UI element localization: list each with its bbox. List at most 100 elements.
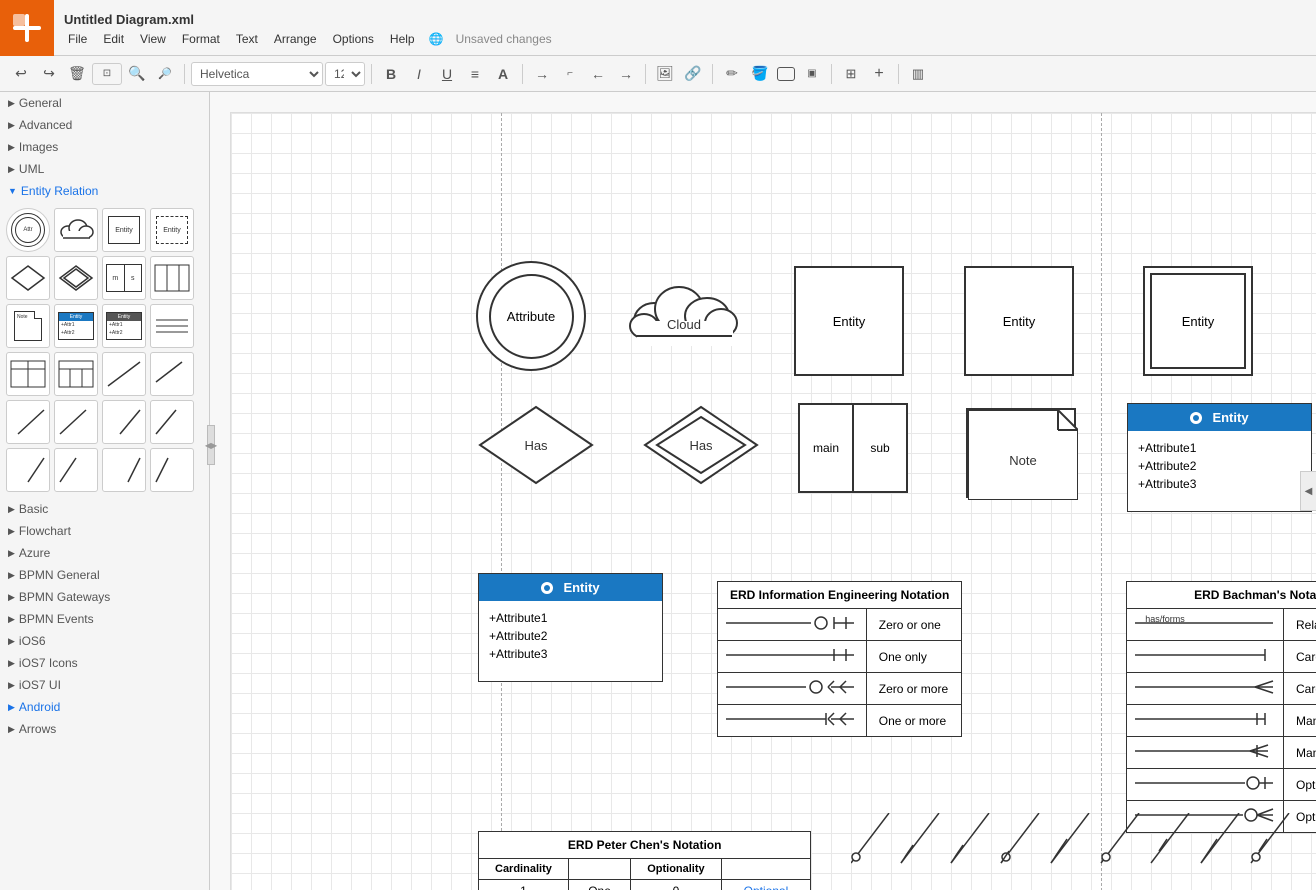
main-layout: ▶ General ▶ Advanced ▶ Images ▶ UML ▼ En…	[0, 92, 1316, 890]
menu-file[interactable]: File	[60, 29, 95, 49]
font-family-select[interactable]: Helvetica Arial Times New Roman	[191, 62, 323, 86]
shape-diag1[interactable]	[102, 352, 146, 396]
pen-button[interactable]: ✏	[719, 61, 745, 87]
entity1-shape[interactable]: Entity	[794, 266, 904, 376]
right-panel-toggle[interactable]: ◀	[1300, 471, 1316, 511]
menu-arrange[interactable]: Arrange	[266, 29, 325, 49]
sidebar-item-azure[interactable]: ▶ Azure	[0, 542, 209, 564]
add-button[interactable]: +	[866, 61, 892, 87]
canvas[interactable]: Attribute Cloud Entity	[230, 112, 1316, 890]
shape-two-col[interactable]	[6, 352, 50, 396]
shape-entity-rect[interactable]: Entity	[102, 208, 146, 252]
menu-options[interactable]: Options	[325, 29, 382, 49]
cloud-shape[interactable]: Cloud	[629, 271, 739, 354]
entity-table1-attr3: +Attribute3	[1138, 475, 1301, 493]
menu-view[interactable]: View	[132, 29, 174, 49]
ie-row4-label: One or more	[866, 705, 962, 737]
shadow-button[interactable]: ▣	[799, 61, 825, 87]
shape-attribute[interactable]: Attr	[6, 208, 50, 252]
shape-entity-cols[interactable]	[150, 256, 194, 300]
shape-diag4[interactable]	[54, 400, 98, 444]
sidebar-item-arrows[interactable]: ▶ Arrows	[0, 718, 209, 740]
menu-edit[interactable]: Edit	[95, 29, 132, 49]
separator1	[184, 64, 185, 84]
sidebar-item-bpmn-general[interactable]: ▶ BPMN General	[0, 564, 209, 586]
canvas-area[interactable]: Attribute Cloud Entity	[210, 92, 1316, 890]
diamond2-shape[interactable]: Has	[641, 403, 761, 488]
shape-diag8[interactable]	[54, 448, 98, 492]
align-button[interactable]: ≡	[462, 61, 488, 87]
sidebar-item-bpmn-gateways[interactable]: ▶ BPMN Gateways	[0, 586, 209, 608]
arrow-elbow-button[interactable]: ⌐	[557, 61, 583, 87]
entity3-shape[interactable]: Entity	[1143, 266, 1253, 376]
fit-button[interactable]: ⊡	[92, 63, 122, 85]
separator6	[831, 64, 832, 84]
link-button[interactable]: 🔗	[680, 61, 706, 87]
shape-diag2[interactable]	[150, 352, 194, 396]
shape-split-entity[interactable]: m s	[102, 256, 146, 300]
sidebar-item-general[interactable]: ▶ General	[0, 92, 209, 114]
sidebar-item-ios7-ui[interactable]: ▶ iOS7 UI	[0, 674, 209, 696]
image-button[interactable]: 🖼	[652, 61, 678, 87]
zoom-in-button[interactable]: 🔍	[124, 61, 150, 87]
entity-table2[interactable]: Entity +Attribute1 +Attribute2 +Attribut…	[478, 573, 663, 682]
entity2-label: Entity	[1003, 314, 1036, 329]
arrow-right2-button[interactable]: →	[613, 61, 639, 87]
sidebar-item-ios6[interactable]: ▶ iOS6	[0, 630, 209, 652]
sidebar-item-basic[interactable]: ▶ Basic	[0, 498, 209, 520]
ie-row2-symbol	[718, 641, 867, 673]
shape-diag3[interactable]	[6, 400, 50, 444]
font-color-button[interactable]: A	[490, 61, 516, 87]
shape-entity-list2[interactable]: Entity +Attr1 +Attr2	[102, 304, 146, 348]
shape-lines[interactable]	[150, 304, 194, 348]
font-size-select[interactable]: 12 10 14 16	[325, 62, 365, 86]
undo-button[interactable]: ↩	[8, 61, 34, 87]
shape-diamond-double[interactable]	[54, 256, 98, 300]
entity2-shape[interactable]: Entity	[964, 266, 1074, 376]
delete-button[interactable]: 🗑	[64, 61, 90, 87]
panel-button[interactable]: ▥	[905, 61, 931, 87]
fill-button[interactable]: 🪣	[747, 61, 773, 87]
bach-row1-label: Relationship	[1284, 609, 1316, 641]
arrow-right-button[interactable]: →	[529, 61, 555, 87]
shape-entity-list[interactable]: Entity +Attr1 +Attr2	[54, 304, 98, 348]
sidebar-item-images[interactable]: ▶ Images	[0, 136, 209, 158]
note-shape[interactable]: Note	[966, 408, 1076, 498]
menu-text[interactable]: Text	[228, 29, 266, 49]
shape-three-col[interactable]	[54, 352, 98, 396]
menu-help[interactable]: Help	[382, 29, 423, 49]
shape-diag6[interactable]	[150, 400, 194, 444]
chen-row1-opt-label: Optional	[721, 880, 811, 890]
sidebar-item-uml[interactable]: ▶ UML	[0, 158, 209, 180]
underline-button[interactable]: U	[434, 61, 460, 87]
shape-diag9[interactable]	[102, 448, 146, 492]
rect-button[interactable]	[777, 67, 795, 81]
italic-button[interactable]: I	[406, 61, 432, 87]
shape-entity-dashed[interactable]: Entity	[150, 208, 194, 252]
zoom-out-button[interactable]: 🔎	[152, 61, 178, 87]
app-title: Untitled Diagram.xml	[54, 6, 1316, 29]
redo-button[interactable]: ↪	[36, 61, 62, 87]
sidebar-item-android[interactable]: ▶ Android	[0, 696, 209, 718]
shape-diag10[interactable]	[150, 448, 194, 492]
bold-button[interactable]: B	[378, 61, 404, 87]
shape-diag7[interactable]	[6, 448, 50, 492]
shape-diamond[interactable]	[6, 256, 50, 300]
attribute-shape[interactable]: Attribute	[476, 261, 586, 371]
menu-format[interactable]: Format	[174, 29, 228, 49]
diamond1-shape[interactable]: Has	[476, 403, 596, 488]
entity-table1[interactable]: Entity +Attribute1 +Attribute2 +Attribut…	[1127, 403, 1312, 512]
grid-button[interactable]: ⊞	[838, 61, 864, 87]
dashed-line-1	[501, 113, 502, 890]
sidebar-item-ios7-icons[interactable]: ▶ iOS7 Icons	[0, 652, 209, 674]
sidebar-collapse-handle[interactable]: ◀▶	[207, 425, 215, 465]
arrow-left-button[interactable]: ←	[585, 61, 611, 87]
sidebar-item-bpmn-events[interactable]: ▶ BPMN Events	[0, 608, 209, 630]
split-entity-shape[interactable]: main sub	[798, 403, 908, 493]
sidebar-item-advanced[interactable]: ▶ Advanced	[0, 114, 209, 136]
sidebar-item-entity-relation[interactable]: ▼ Entity Relation	[0, 180, 209, 202]
sidebar-item-flowchart[interactable]: ▶ Flowchart	[0, 520, 209, 542]
shape-diag5[interactable]	[102, 400, 146, 444]
shape-note[interactable]: Note	[6, 304, 50, 348]
shape-cloud[interactable]	[54, 208, 98, 252]
